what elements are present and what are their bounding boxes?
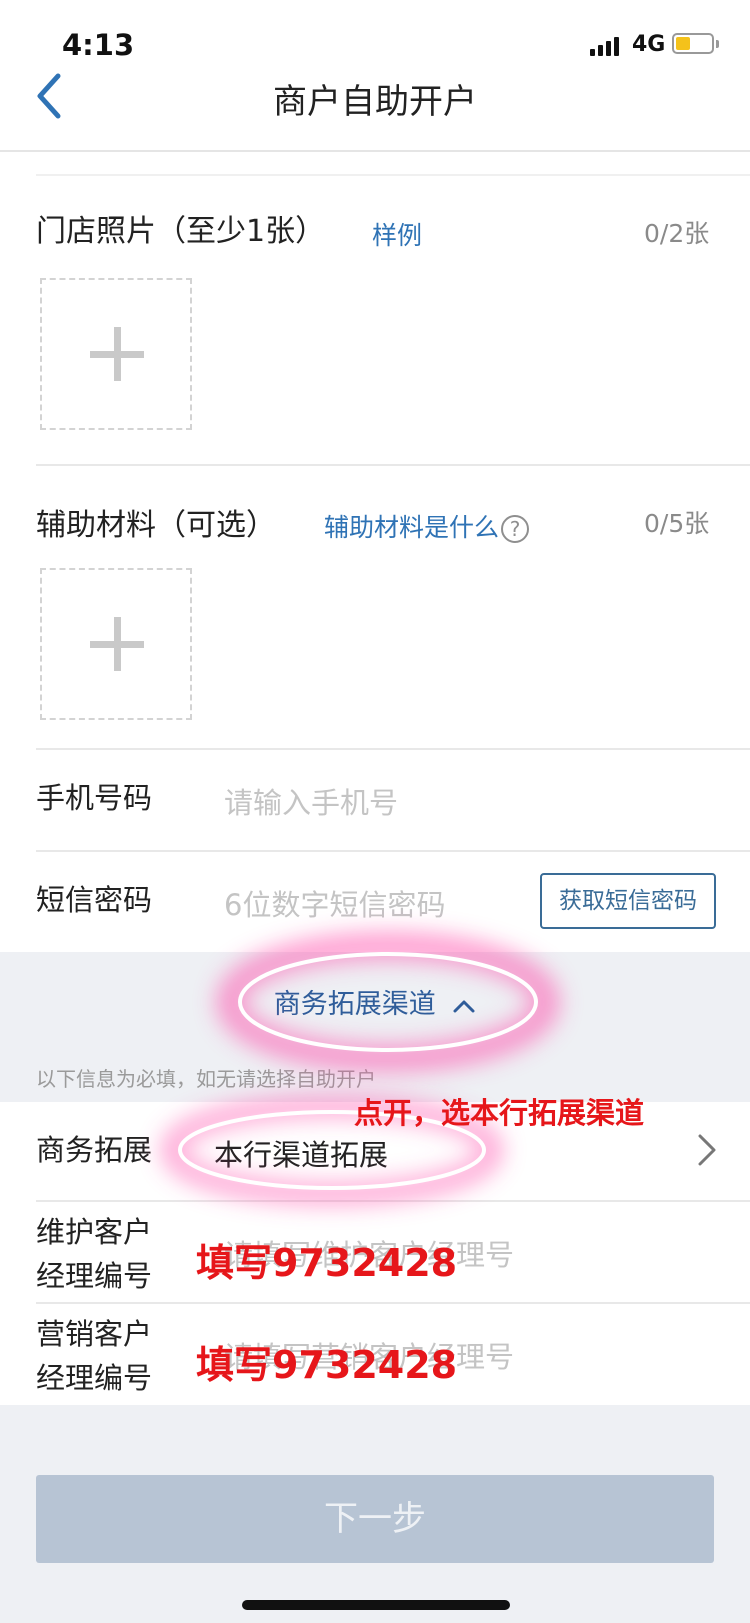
next-step-button[interactable]: 下一步 [36, 1475, 714, 1563]
status-time: 4:13 [62, 28, 135, 62]
marketing-manager-label-line2: 经理编号 [36, 1361, 153, 1395]
phone-input[interactable]: 请输入手机号 [224, 780, 398, 822]
signal-icon [590, 36, 624, 56]
home-indicator [242, 1600, 510, 1610]
section-divider [36, 1200, 750, 1202]
section-divider [36, 850, 750, 852]
biz-expansion-select[interactable]: 本行渠道拓展 [214, 1132, 388, 1174]
maintain-manager-label-line1: 维护客户 [36, 1215, 153, 1249]
chevron-right-icon[interactable] [694, 1130, 720, 1170]
aux-material-upload-button[interactable] [40, 568, 192, 720]
section-divider [36, 464, 750, 466]
marketing-manager-label-line1: 营销客户 [36, 1317, 153, 1351]
page-title: 商户自助开户 [273, 82, 477, 122]
aux-materials-label: 辅助材料（可选） [36, 508, 276, 543]
get-sms-code-button[interactable]: 获取短信密码 [540, 873, 716, 929]
section-divider [36, 748, 750, 750]
chevron-up-icon [453, 1000, 475, 1012]
biz-expansion-label: 商务拓展 [36, 1133, 153, 1167]
section-divider [36, 1302, 750, 1304]
phone-label: 手机号码 [36, 781, 153, 815]
help-circle-icon: ? [501, 515, 530, 543]
nav-divider [0, 150, 750, 152]
store-photos-count: 0/2张 [644, 219, 710, 248]
channel-toggle[interactable]: 商务拓展渠道 [0, 982, 750, 1021]
annotation-fill-marketing: 填写9732428 [196, 1343, 458, 1387]
store-photo-upload-button[interactable] [40, 278, 192, 430]
store-photos-label: 门店照片（至少1张） [36, 214, 326, 249]
section-divider [36, 174, 750, 176]
battery-tip [716, 40, 719, 48]
network-type: 4G [632, 32, 666, 57]
aux-materials-help-text: 辅助材料是什么 [324, 513, 500, 542]
sms-code-input[interactable]: 6位数字短信密码 [224, 882, 445, 924]
maintain-manager-label: 维护客户 经理编号 [36, 1210, 152, 1298]
battery-icon [672, 33, 714, 54]
aux-materials-count: 0/5张 [644, 509, 710, 538]
channel-toggle-label: 商务拓展渠道 [273, 989, 436, 1020]
sample-link[interactable]: 样例 [372, 216, 422, 252]
maintain-manager-label-line2: 经理编号 [36, 1259, 153, 1293]
sms-label: 短信密码 [36, 883, 153, 917]
required-note: 以下信息为必填，如无请选择自助开户 [36, 1067, 376, 1091]
annotation-hint-channel: 点开，选本行拓展渠道 [354, 1096, 645, 1130]
annotation-fill-maintain: 填写9732428 [196, 1241, 458, 1285]
marketing-manager-label: 营销客户 经理编号 [36, 1312, 152, 1400]
aux-materials-help-link[interactable]: 辅助材料是什么? [324, 508, 530, 544]
